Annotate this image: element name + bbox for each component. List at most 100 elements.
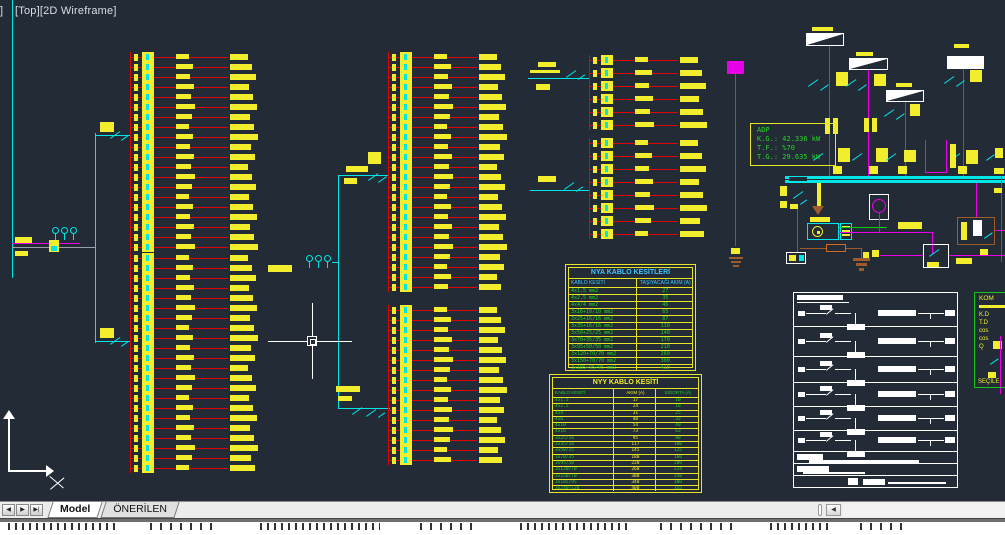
col-header: TAŞIYACAĞI AKIM (A) (637, 279, 692, 287)
tabbar-scroll-left-button[interactable]: ◀ (826, 504, 841, 516)
legend-wire (806, 313, 826, 314)
circuit-mid-label (434, 184, 450, 189)
command-line-area[interactable] (0, 522, 1005, 535)
circuit-tick (134, 224, 138, 231)
cad-shape (946, 140, 947, 173)
circuit-mid-label (176, 244, 195, 249)
cad-shape (898, 222, 922, 229)
breaker-glyph (566, 70, 577, 78)
circuit-end-label (479, 244, 507, 250)
tab-nav-prev-button[interactable]: ◀ (2, 504, 15, 516)
circuit-tick (134, 285, 138, 292)
circuit-tick (134, 74, 138, 81)
circuit-mid-label (176, 455, 192, 460)
circuit-mid-label (434, 254, 450, 259)
tab-nav-last-button[interactable]: ▶| (30, 504, 43, 516)
circuit-end-label (479, 447, 498, 453)
cad-shape (95, 133, 96, 343)
cad-shape (973, 220, 982, 236)
legend-title-underline (797, 302, 849, 303)
tabbar-scroll-track[interactable] (843, 503, 1005, 517)
circuit-mid-label (434, 457, 451, 462)
table-cell: 3x120+70/70 mm2 (569, 351, 637, 357)
table-cell: 110 (637, 323, 692, 329)
kompanzasyon-box: KOM K.D T.D cos cos Q SEÇİLE (974, 292, 1005, 388)
cad-shape (327, 262, 328, 268)
legend-drop-wire (855, 369, 856, 380)
table-cell: 170 (637, 337, 692, 343)
meter-symbol (315, 255, 322, 262)
tab-model[interactable]: Model (47, 502, 102, 518)
circuit-mid-label (434, 84, 452, 89)
cad-drawing-canvas[interactable]: ] [Top][2D Wireframe] ADP K.G.: 42.336 k… (0, 0, 1005, 501)
tab-nav-next-button[interactable]: ▶ (16, 504, 29, 516)
circuit-mid-label (635, 179, 653, 184)
circuit-end-label (479, 194, 498, 200)
circuit-mid-label (176, 275, 190, 280)
circuit-tick (392, 284, 396, 291)
circuit-end-label (230, 214, 257, 220)
table-header-row: KABLO KESİTİ AKIM (A) SİGORTA (A) (553, 389, 698, 398)
circuit-tick (392, 214, 396, 221)
circuit-breaker-glyph (146, 244, 149, 250)
circuit-mid-label (434, 447, 447, 452)
circuit-breaker-glyph (404, 144, 407, 150)
tabbar-splitter-handle[interactable] (818, 504, 822, 516)
circuit-mid-label (176, 365, 191, 370)
tab-onerilen[interactable]: ÖNERİLEN (100, 502, 179, 518)
circuit-breaker-glyph (404, 284, 407, 290)
table-cell: 3x35/16 (553, 442, 614, 447)
legend-label-block (878, 366, 916, 372)
legend-wire (835, 313, 851, 314)
circuit-mid-label (176, 204, 193, 209)
circuit-breaker-glyph (146, 345, 149, 351)
cad-shape (15, 237, 32, 243)
breaker-glyph (121, 341, 128, 347)
breaker-glyph (896, 113, 905, 120)
layout-tab-bar: ◀ ▶ ▶| Model ÖNERİLEN ◀ (0, 501, 1005, 518)
circuit-end-label (230, 285, 249, 291)
circuit-tick (392, 327, 396, 334)
circuit-end-label (479, 347, 502, 353)
circuit-tick (134, 455, 138, 462)
circuit-end-label (680, 109, 703, 115)
circuit-breaker-glyph (146, 445, 149, 451)
circuit-breaker-glyph (605, 153, 608, 159)
circuit-breaker-glyph (146, 395, 149, 401)
circuit-breaker-glyph (404, 367, 407, 373)
cad-shape (268, 265, 292, 272)
circuit-tick (392, 194, 396, 201)
breaker-glyph (986, 154, 995, 161)
breaker-glyph (852, 153, 863, 161)
circuit-mid-label (635, 205, 654, 210)
table-row: 3x95+50/50 mm2210 (569, 344, 692, 351)
circuit-breaker-glyph (404, 274, 407, 280)
circuit-breaker-glyph (404, 134, 407, 140)
circuit-breaker-glyph (146, 465, 149, 471)
circuit-mid-label (176, 445, 195, 450)
cad-shape (925, 140, 926, 173)
circuit-tick (134, 395, 138, 402)
legend-row-divider (793, 430, 958, 431)
circuit-breaker-glyph (146, 355, 149, 361)
legend-wire (918, 394, 944, 395)
circuit-end-label (680, 192, 703, 198)
circuit-tick (593, 140, 597, 147)
circuit-mid-label (176, 305, 195, 310)
table-cell: 10 (656, 398, 698, 403)
circuit-end-label (479, 427, 501, 433)
circuit-mid-label (434, 164, 449, 169)
circuit-tick (392, 114, 396, 121)
circuit-mid-label (176, 124, 189, 129)
circuit-mid-label (434, 367, 450, 372)
circuit-breaker-glyph (404, 254, 407, 260)
circuit-tick (392, 337, 396, 344)
cad-shape (864, 118, 869, 132)
circuit-breaker-glyph (146, 64, 149, 70)
circuit-end-label (230, 234, 254, 240)
legend-note-block (863, 479, 885, 485)
circuit-tick (392, 264, 396, 271)
cad-shape (100, 328, 114, 338)
circuit-end-label (479, 154, 504, 160)
circuit-breaker-glyph (404, 327, 407, 333)
